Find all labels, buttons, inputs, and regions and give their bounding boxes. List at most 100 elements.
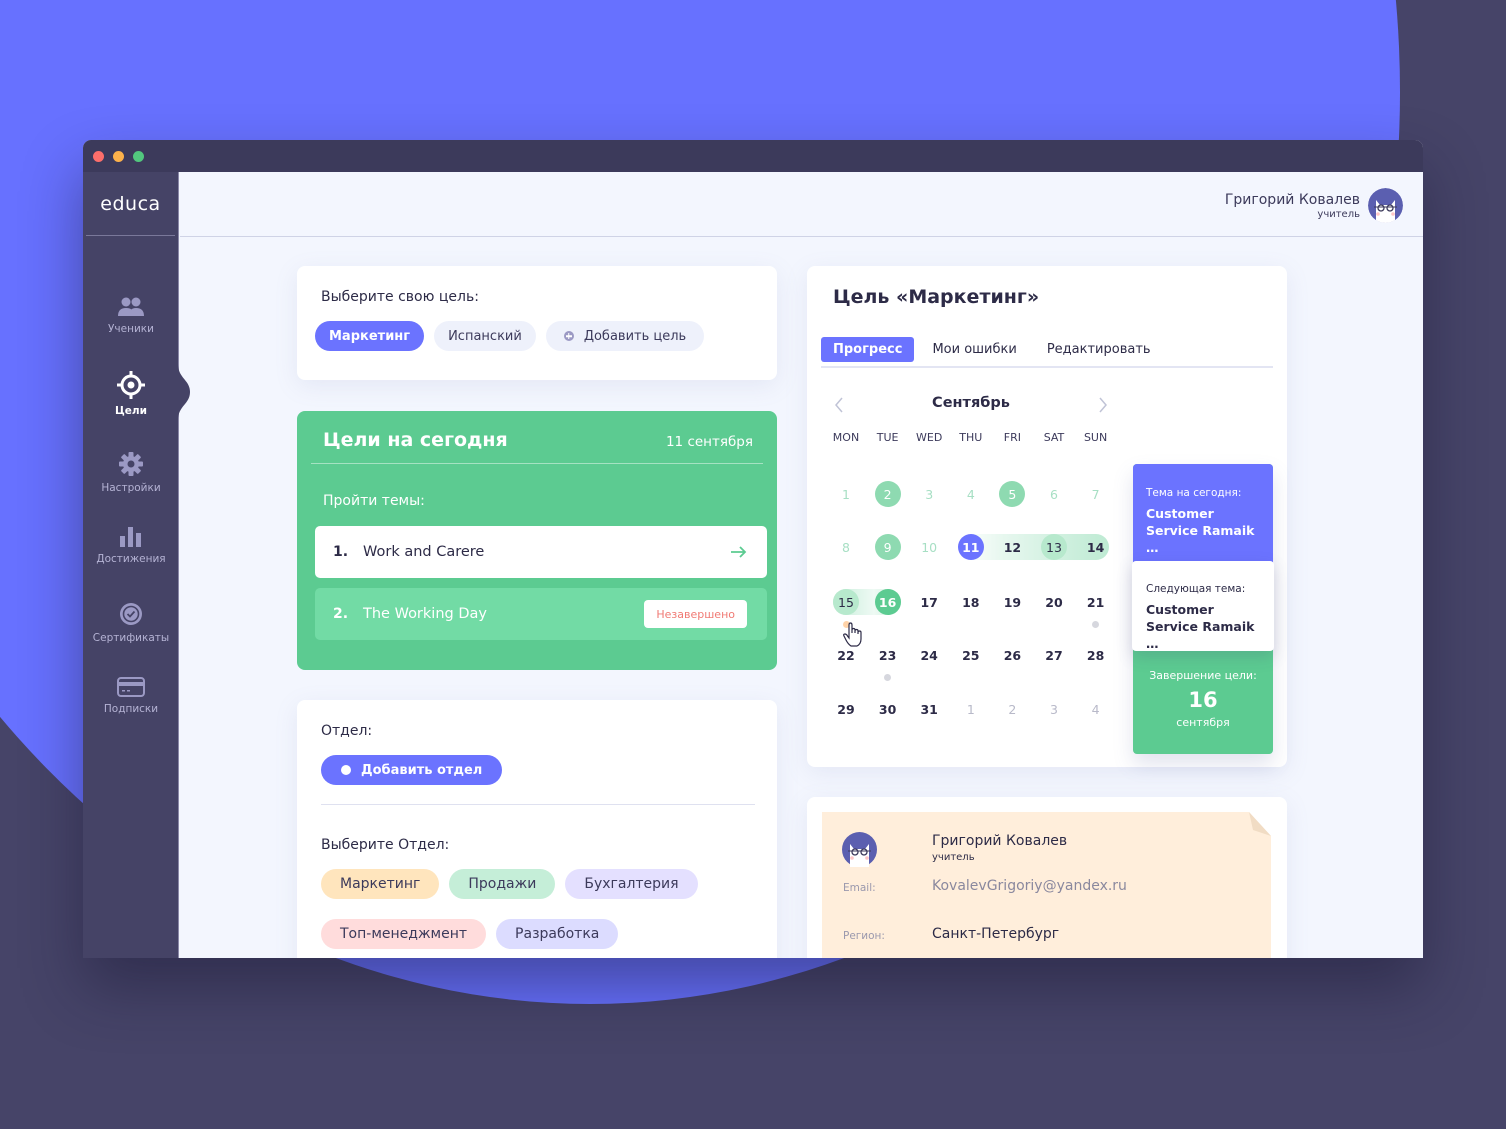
topic-number: 1.: [333, 544, 349, 560]
next-topic-block[interactable]: Следующая тема: Customer Service Ramaik …: [1132, 561, 1274, 651]
goal-tabs: Прогресс Мои ошибки Редактировать: [821, 337, 1273, 368]
calendar-day[interactable]: 2: [874, 481, 901, 507]
gear-icon: [119, 452, 143, 476]
goal-pill-spanish[interactable]: Испанский: [434, 321, 536, 351]
goal-end-day: 16: [1188, 688, 1218, 712]
calendar-day[interactable]: 2: [999, 696, 1025, 722]
today-topic-block[interactable]: Тема на сегодня: Customer Service Ramaik…: [1133, 464, 1273, 564]
window-maximize-button[interactable]: [133, 150, 144, 162]
calendar-day[interactable]: 13: [1041, 534, 1067, 560]
weekday-label: FRI: [1003, 431, 1021, 444]
calendar-day[interactable]: 24: [916, 642, 942, 668]
calendar-day[interactable]: 19: [999, 589, 1025, 615]
calendar-day[interactable]: 20: [1041, 589, 1067, 615]
topic-title: The Working Day: [363, 606, 487, 622]
arrow-right-icon[interactable]: [731, 546, 747, 558]
credit-card-icon: [117, 677, 145, 697]
calendar-day[interactable]: 3: [1041, 696, 1067, 722]
tab-my-mistakes[interactable]: Мои ошибки: [920, 337, 1028, 362]
topic-number: 2.: [333, 606, 349, 622]
department-tag[interactable]: Бухгалтерия: [565, 869, 698, 899]
calendar-day[interactable]: 8: [833, 534, 859, 560]
goal-selector-card: Выберите свою цель: Маркетинг Испанский …: [297, 266, 777, 380]
calendar-day[interactable]: 4: [958, 481, 984, 507]
active-nav-indicator: [178, 364, 190, 420]
tab-progress[interactable]: Прогресс: [821, 337, 915, 362]
next-month-button[interactable]: [1098, 394, 1108, 418]
calendar-day[interactable]: 1: [833, 481, 859, 507]
tab-edit[interactable]: Редактировать: [1035, 337, 1163, 362]
calendar-day[interactable]: 14: [1083, 534, 1109, 560]
department-tag[interactable]: Топ-менеджмент: [321, 919, 487, 949]
divider: [311, 463, 763, 464]
today-goals-title: Цели на сегодня: [323, 429, 508, 451]
logo[interactable]: educa: [86, 172, 175, 236]
weekday-label: SUN: [1083, 431, 1108, 444]
goal-pill-marketing[interactable]: Маркетинг: [315, 321, 425, 351]
calendar-day[interactable]: 30: [875, 696, 901, 722]
calendar-month: Сентябрь: [932, 395, 1010, 411]
sidebar-item-settings[interactable]: Настройки: [83, 452, 179, 494]
sidebar-item-students[interactable]: Ученики: [83, 297, 179, 335]
calendar-day[interactable]: 31: [916, 696, 942, 722]
calendar-day[interactable]: 5: [999, 481, 1026, 507]
calendar-day[interactable]: 16: [874, 589, 901, 615]
users-icon: [118, 297, 144, 316]
sidebar-item-subscriptions[interactable]: Подписки: [83, 677, 179, 715]
calendar-day[interactable]: 15: [833, 589, 859, 615]
sidebar-item-certificates[interactable]: Сертификаты: [83, 602, 179, 644]
goal-end-label: Завершение цели:: [1149, 669, 1257, 682]
calendar-day[interactable]: 4: [1083, 696, 1109, 722]
user-menu[interactable]: Григорий Ковалев учитель: [1225, 188, 1403, 223]
window-titlebar: [83, 140, 1423, 172]
sidebar-item-achievements[interactable]: Достижения: [83, 527, 179, 565]
calendar-day[interactable]: 17: [916, 589, 942, 615]
calendar-day[interactable]: 27: [1041, 642, 1067, 668]
profile-email[interactable]: KovalevGrigoriy@yandex.ru: [932, 878, 1127, 894]
goal-title: Цель «Маркетинг»: [833, 286, 1040, 308]
calendar-day[interactable]: 11: [957, 534, 984, 560]
calendar-day[interactable]: 28: [1083, 642, 1109, 668]
app: educa Ученики Цели Настройки Достижения …: [83, 172, 1423, 958]
next-topic-title: Customer Service Ramaik …: [1146, 602, 1255, 651]
department-tag[interactable]: Разработка: [496, 919, 619, 949]
department-label: Отдел:: [321, 723, 373, 739]
calendar-day[interactable]: 26: [999, 642, 1025, 668]
add-department-button[interactable]: Добавить отдел: [321, 755, 503, 785]
calendar-day[interactable]: 23: [875, 642, 901, 668]
profile-avatar: [842, 832, 877, 867]
calendar-day[interactable]: 6: [1041, 481, 1067, 507]
add-goal-button[interactable]: Добавить цель: [545, 321, 705, 351]
weekday-label: MON: [832, 431, 860, 444]
sidebar-item-label: Цели: [115, 405, 147, 417]
calendar-day[interactable]: 18: [958, 589, 984, 615]
profile-region: Санкт-Петербург: [932, 926, 1060, 942]
sidebar-item-label: Ученики: [108, 323, 154, 335]
calendar-day[interactable]: 3: [916, 481, 942, 507]
topic-item[interactable]: 2. The Working Day Незавершено: [315, 588, 767, 640]
avatar[interactable]: [1368, 188, 1403, 223]
topic-item[interactable]: 1. Work and Carere: [315, 526, 767, 578]
user-name: Григорий Ковалев: [1224, 191, 1360, 208]
calendar-day[interactable]: 29: [833, 696, 859, 722]
top-header: Григорий Ковалев учитель: [180, 172, 1423, 237]
profile-role: учитель: [932, 852, 975, 863]
department-tag[interactable]: Маркетинг: [321, 869, 440, 899]
window-minimize-button[interactable]: [113, 150, 124, 162]
sidebar-item-goals[interactable]: Цели: [83, 371, 179, 417]
calendar-day[interactable]: 10: [916, 534, 942, 560]
bar-chart-icon: [120, 527, 141, 547]
sidebar-item-label: Достижения: [96, 553, 166, 565]
event-dot: [1092, 621, 1100, 628]
department-tag[interactable]: Продажи: [449, 869, 556, 899]
calendar-day[interactable]: 1: [958, 696, 984, 722]
profile-note: Григорий Ковалев учитель Email: KovalevG…: [822, 812, 1271, 958]
calendar-day[interactable]: 21: [1083, 589, 1109, 615]
email-label: Email:: [843, 882, 876, 894]
calendar-day[interactable]: 7: [1083, 481, 1109, 507]
goal-selector-label: Выберите свою цель:: [321, 289, 479, 305]
department-tags: Маркетинг Продажи Бухгалтерия Топ-менеджмен…: [321, 869, 741, 949]
calendar-day[interactable]: 25: [958, 642, 984, 668]
calendar-day[interactable]: 9: [874, 534, 901, 560]
window-close-button[interactable]: [93, 150, 104, 162]
